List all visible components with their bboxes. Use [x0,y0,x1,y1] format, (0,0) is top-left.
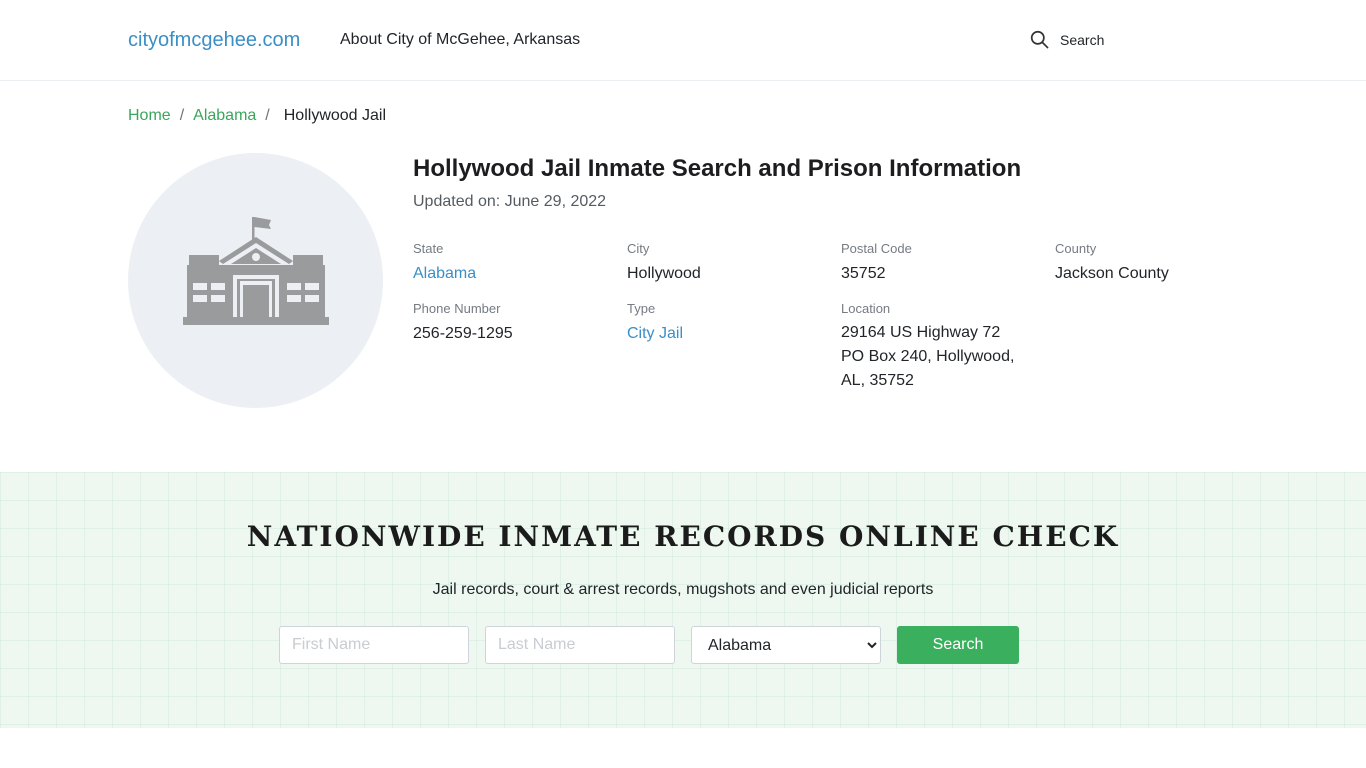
last-name-input[interactable] [485,626,675,664]
state-label: State [413,241,444,256]
breadcrumb-separator: / [265,107,270,124]
county-field: County Jackson County [1055,241,1169,286]
breadcrumb-alabama[interactable]: Alabama [193,107,256,125]
postal-code-field: Postal Code 35752 [841,241,912,286]
location-line: 29164 US Highway 72 [841,324,1001,341]
nationwide-subheading: Jail records, court & arrest records, mu… [432,581,934,598]
site-brand-link[interactable]: cityofmcgehee.com [128,29,300,52]
page-title: Hollywood Jail Inmate Search and Prison … [413,155,1022,182]
location-value: 29164 US Highway 72 PO Box 240, Hollywoo… [841,321,1031,393]
postal-code-value: 35752 [841,265,886,282]
city-field: City Hollywood [627,241,701,286]
county-label: County [1055,241,1097,256]
site-header: cityofmcgehee.com About City of McGehee,… [0,0,1366,81]
state-field: State Alabama [413,241,476,286]
breadcrumb-current: Hollywood Jail [283,107,387,124]
search-icon [1030,30,1049,49]
header-search-label: Search [1060,31,1105,48]
type-field: Type City Jail [627,301,683,346]
type-link[interactable]: City Jail [627,322,683,346]
nationwide-heading: NATIONWIDE INMATE RECORDS ONLINE CHECK [246,520,1120,553]
phone-value: 256-259-1295 [413,325,513,342]
updated-date: Updated on: June 29, 2022 [413,193,607,210]
city-value: Hollywood [627,265,701,282]
location-label: Location [841,301,891,316]
header-search-button[interactable]: Search [1030,30,1104,49]
location-line: AL, 35752 [841,372,914,389]
postal-code-label: Postal Code [841,241,912,256]
type-label: Type [627,301,656,316]
first-name-input[interactable] [279,626,469,664]
breadcrumb-separator: / [179,107,185,124]
facility-image [128,153,383,408]
county-value: Jackson County [1055,265,1169,282]
location-field: Location 29164 US Highway 72 PO Box 240,… [841,301,1031,393]
state-select[interactable]: Alabama [691,626,881,664]
building-icon [183,217,329,325]
city-label: City [627,241,650,256]
location-line: PO Box 240, Hollywood, [841,348,1015,365]
state-link[interactable]: Alabama [413,262,476,286]
search-button[interactable]: Search [897,626,1019,664]
breadcrumb-home[interactable]: Home [128,107,171,125]
breadcrumb: Home / Alabama / Hollywood Jail [128,107,386,125]
nav-about-link[interactable]: About City of McGehee, Arkansas [340,31,580,49]
nationwide-search-section: NATIONWIDE INMATE RECORDS ONLINE CHECK J… [0,472,1366,728]
phone-field: Phone Number 256-259-1295 [413,301,513,346]
phone-label: Phone Number [413,301,501,316]
